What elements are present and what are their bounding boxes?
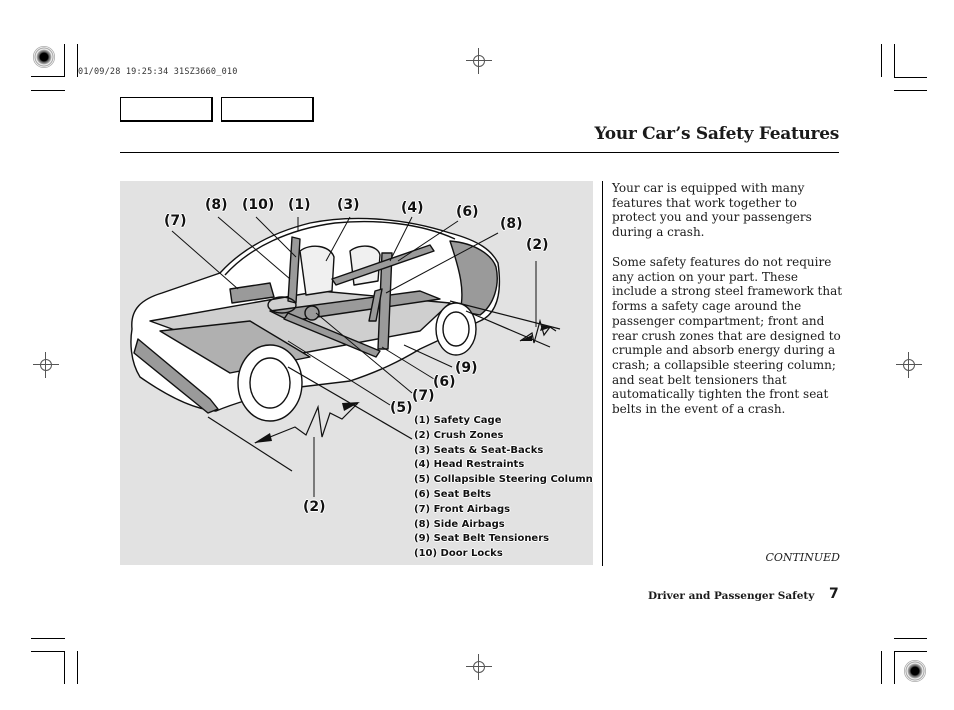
callout-4: (4) (401, 200, 424, 216)
crush-zone-line (207, 416, 293, 472)
title-rule (120, 152, 839, 153)
page-number: 7 (829, 586, 839, 602)
crosshair-mark-top (466, 48, 492, 74)
index-tab-box (221, 97, 314, 122)
index-tab-box (120, 97, 213, 122)
callout-1: (1) (288, 197, 311, 213)
crosshair-mark-right (896, 352, 922, 378)
callout-10: (10) (242, 197, 275, 213)
intro-paragraph: Your car is equipped with many features … (612, 181, 844, 240)
callout-3: (3) (337, 197, 360, 213)
continued-label: CONTINUED (765, 551, 841, 564)
legend-item: (2) Crush Zones (414, 429, 504, 441)
crush-zone-arrow (254, 433, 272, 443)
steering-hub (304, 305, 320, 321)
legend-item: (7) Front Airbags (414, 503, 511, 515)
legend-item: (3) Seats & Seat-Backs (414, 444, 544, 456)
figure-legend: (1) Safety Cage (2) Crush Zones (3) Seat… (414, 414, 593, 562)
crop-mark (64, 651, 65, 684)
front-wheel-hub (249, 357, 291, 409)
callout-2-right: (2) (526, 237, 549, 253)
legend-item: (1) Safety Cage (414, 415, 502, 426)
legend-item: (6) Seat Belts (414, 488, 492, 500)
details-paragraph: Some safety features do not require any … (612, 255, 844, 417)
registration-mark-bottom-right (904, 660, 926, 682)
crop-mark (881, 651, 882, 684)
crop-mark (894, 651, 927, 652)
callout-5: (5) (390, 400, 413, 416)
crop-mark (894, 44, 895, 77)
crop-mark (894, 77, 927, 78)
legend-item: (10) Door Locks (414, 548, 503, 560)
crop-mark (77, 651, 78, 684)
print-stamp: 01/09/28 19:25:34 31SZ3660_010 (78, 67, 238, 77)
column-rule (602, 181, 603, 566)
paragraph: Your car is equipped with many features … (612, 181, 812, 240)
crosshair-mark-left (33, 352, 59, 378)
crosshair-mark-bottom (466, 654, 492, 680)
page-title: Your Car’s Safety Features (594, 124, 839, 144)
crop-mark (894, 90, 927, 91)
callout-9: (9) (455, 360, 478, 376)
legend-item: (8) Side Airbags (414, 518, 505, 530)
crop-mark (894, 651, 895, 684)
legend-item: (5) Collapsible Steering Column (414, 474, 593, 486)
callout-6: (6) (456, 204, 479, 220)
legend-item: (9) Seat Belt Tensioners (414, 533, 550, 545)
footer-section-title: Driver and Passenger Safety (648, 590, 815, 602)
crop-mark (881, 44, 882, 77)
crop-mark (894, 638, 927, 639)
rear-wheel-hub (442, 311, 470, 347)
callout-2-bottom: (2) (303, 499, 326, 515)
crop-mark (31, 76, 65, 77)
crop-mark (31, 90, 65, 91)
callout-6-bottom: (6) (433, 374, 456, 390)
callout-8: (8) (205, 197, 228, 213)
crop-mark (64, 44, 65, 77)
crop-mark (31, 638, 65, 639)
callout-7-bottom: (7) (412, 388, 435, 404)
callout-8-right: (8) (500, 216, 523, 232)
front-seat (299, 245, 335, 296)
callout-7: (7) (164, 213, 187, 229)
registration-mark-top-left (33, 46, 55, 68)
crop-mark (31, 651, 65, 652)
paragraph: Some safety features do not require any … (612, 255, 843, 417)
crush-zone-arrow (520, 335, 532, 341)
legend-item: (4) Head Restraints (414, 459, 525, 471)
